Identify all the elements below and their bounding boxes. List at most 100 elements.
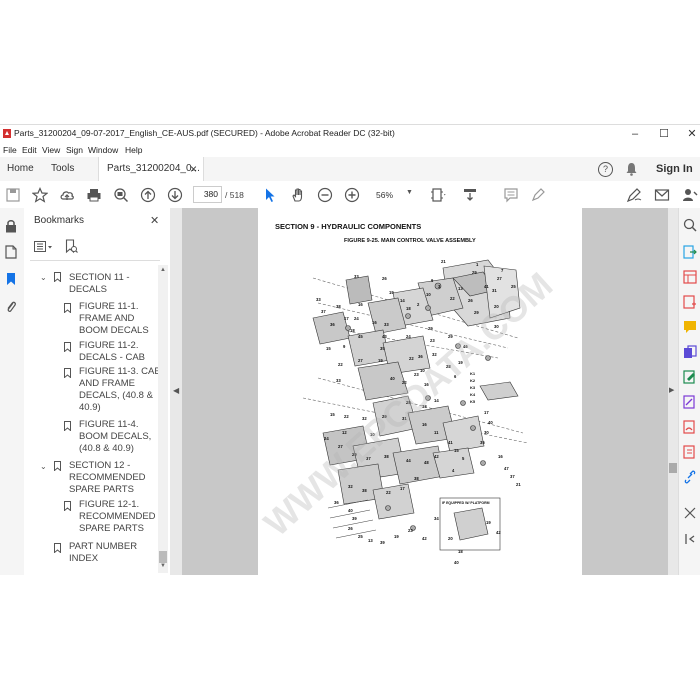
bookmark-icon: [64, 501, 71, 511]
tab-document[interactable]: Parts_31200204_0...: [98, 157, 204, 181]
scroll-down-arrow-icon[interactable]: ▼: [159, 563, 167, 571]
scroll-mode-icon[interactable]: [462, 187, 478, 203]
tab-home[interactable]: Home: [7, 157, 34, 181]
zoom-level-select[interactable]: 56%: [376, 190, 393, 200]
bookmark-star-icon[interactable]: [31, 187, 49, 203]
minimize-button[interactable]: –: [620, 125, 650, 143]
bookmark-icon: [64, 368, 71, 378]
part-callout-number: 18: [458, 549, 463, 554]
part-callout-number: 24: [354, 316, 359, 321]
page-number-input[interactable]: 380: [193, 186, 222, 203]
pdf-page[interactable]: SECTION 9 - HYDRAULIC COMPONENTS FIGURE …: [256, 208, 582, 575]
menu-edit[interactable]: Edit: [22, 145, 37, 155]
organize-pages-icon[interactable]: [683, 270, 697, 284]
document-scrollbar[interactable]: ▶: [668, 208, 678, 575]
maximize-button[interactable]: ☐: [649, 125, 679, 143]
more-tools-icon[interactable]: [683, 506, 697, 520]
zoom-out-icon[interactable]: [317, 187, 333, 203]
bookmark-figure-11-4[interactable]: FIGURE 11-4. BOOM DECALS, (40.8 & 40.9): [79, 419, 151, 455]
bookmark-part-number-index[interactable]: PART NUMBER INDEX: [69, 541, 137, 565]
part-callout-number: 35: [480, 440, 485, 445]
edit-pdf-icon[interactable]: [683, 370, 697, 384]
menu-sign[interactable]: Sign: [66, 145, 83, 155]
figure-title: FIGURE 9-25. MAIN CONTROL VALVE ASSEMBLY: [344, 238, 476, 244]
page-thumbnails-icon[interactable]: [5, 245, 17, 259]
lock-icon[interactable]: [5, 219, 17, 233]
bookmarks-scrollbar-thumb[interactable]: [159, 551, 167, 563]
bookmark-section-12[interactable]: SECTION 12 - RECOMMENDED SPARE PARTS: [69, 460, 146, 496]
cloud-upload-icon[interactable]: [59, 187, 75, 203]
acrobat-app-icon: [3, 129, 11, 138]
comment-tool-icon[interactable]: [683, 320, 697, 334]
menu-help[interactable]: Help: [125, 145, 142, 155]
sign-in-link[interactable]: Sign In: [656, 157, 693, 181]
search-tools-icon[interactable]: [683, 218, 697, 232]
scroll-up-arrow-icon[interactable]: ▲: [159, 267, 167, 275]
bookmark-figure-11-2[interactable]: FIGURE 11-2. DECALS - CAB: [79, 340, 145, 364]
bookmarks-panel-icon[interactable]: [5, 272, 17, 286]
bookmark-figure-11-1[interactable]: FIGURE 11-1. FRAME AND BOOM DECALS: [79, 301, 149, 337]
tab-bar: Home Tools Parts_31200204_0... × ? Sign …: [0, 157, 700, 182]
zoom-dropdown-chevron-icon[interactable]: ▼: [406, 189, 413, 196]
zoom-in-icon[interactable]: [344, 187, 360, 203]
bookmarks-scrollbar[interactable]: ▲ ▼: [158, 265, 168, 573]
expand-right-arrow-icon[interactable]: ▶: [669, 386, 674, 394]
fill-sign-icon[interactable]: [683, 395, 697, 409]
next-page-icon[interactable]: [167, 187, 183, 203]
section-title: SECTION 9 - HYDRAULIC COMPONENTS: [275, 222, 421, 231]
previous-page-icon[interactable]: [140, 187, 156, 203]
email-icon[interactable]: [654, 187, 670, 203]
part-callout-number: 26: [382, 276, 387, 281]
tab-close-button[interactable]: ×: [190, 157, 197, 181]
bookmark-figure-12-1[interactable]: FIGURE 12-1. RECOMMENDED SPARE PARTS: [79, 499, 156, 535]
part-callout-number: 29: [428, 326, 433, 331]
save-icon[interactable]: [5, 187, 21, 203]
collapse-left-arrow-icon[interactable]: ◀: [173, 386, 179, 395]
notification-bell-icon[interactable]: [625, 162, 638, 176]
help-icon[interactable]: ?: [598, 162, 613, 177]
export-pdf-icon[interactable]: [683, 245, 697, 259]
highlight-pen-icon[interactable]: [530, 187, 546, 203]
bookmark-icon: [54, 272, 61, 282]
expand-chevron-icon[interactable]: ⌄: [40, 462, 47, 471]
print-icon[interactable]: [86, 187, 102, 203]
combine-files-icon[interactable]: [683, 345, 697, 359]
hand-tool-icon[interactable]: [290, 187, 306, 203]
create-pdf-icon[interactable]: [683, 295, 697, 309]
tab-tools[interactable]: Tools: [51, 157, 74, 181]
bookmark-icon: [64, 421, 71, 431]
find-icon[interactable]: [113, 187, 129, 203]
page-fit-icon[interactable]: [430, 187, 446, 203]
part-callout-number: 15: [454, 448, 459, 453]
document-viewer[interactable]: SECTION 9 - HYDRAULIC COMPONENTS FIGURE …: [182, 208, 668, 575]
bookmark-figure-11-3[interactable]: FIGURE 11-3. CAB AND FRAME DECALS, (40.8…: [79, 366, 161, 414]
panel-splitter[interactable]: ◀: [170, 208, 182, 575]
find-bookmark-icon[interactable]: [65, 239, 78, 254]
share-user-icon[interactable]: [682, 187, 698, 203]
part-callout-number: 13: [368, 538, 373, 543]
menu-window[interactable]: Window: [88, 145, 118, 155]
part-callout-number: 40: [348, 508, 353, 513]
inset-label: IF EQUIPPED W/ PLATFORM: [442, 501, 490, 505]
expand-chevron-icon[interactable]: ⌄: [40, 273, 47, 282]
send-for-signature-icon[interactable]: [683, 420, 697, 434]
document-scrollbar-thumb[interactable]: [669, 463, 677, 473]
bookmark-section-11[interactable]: SECTION 11 - DECALS: [69, 272, 130, 296]
menu-view[interactable]: View: [42, 145, 60, 155]
menu-bar: File Edit View Sign Window Help: [0, 143, 700, 157]
part-callout-number: 24: [324, 436, 329, 441]
share-link-icon[interactable]: [683, 470, 697, 484]
attachments-paperclip-icon[interactable]: [5, 300, 17, 314]
select-cursor-icon[interactable]: [262, 187, 278, 203]
sign-pen-icon[interactable]: [626, 187, 642, 203]
close-bookmarks-button[interactable]: ✕: [150, 214, 159, 227]
menu-file[interactable]: File: [3, 145, 17, 155]
comment-icon[interactable]: [503, 187, 519, 203]
close-window-button[interactable]: ✕: [677, 125, 700, 143]
protect-icon[interactable]: [683, 445, 697, 459]
part-callout-number: 34: [434, 516, 439, 521]
part-callout-number: 36: [330, 322, 335, 327]
bookmarks-panel: Bookmarks ✕ ⌄ SECTION 11 - DECALS FIGURE…: [24, 208, 171, 575]
bookmark-options-icon[interactable]: [34, 241, 54, 253]
collapse-tools-pane-icon[interactable]: [683, 532, 697, 546]
